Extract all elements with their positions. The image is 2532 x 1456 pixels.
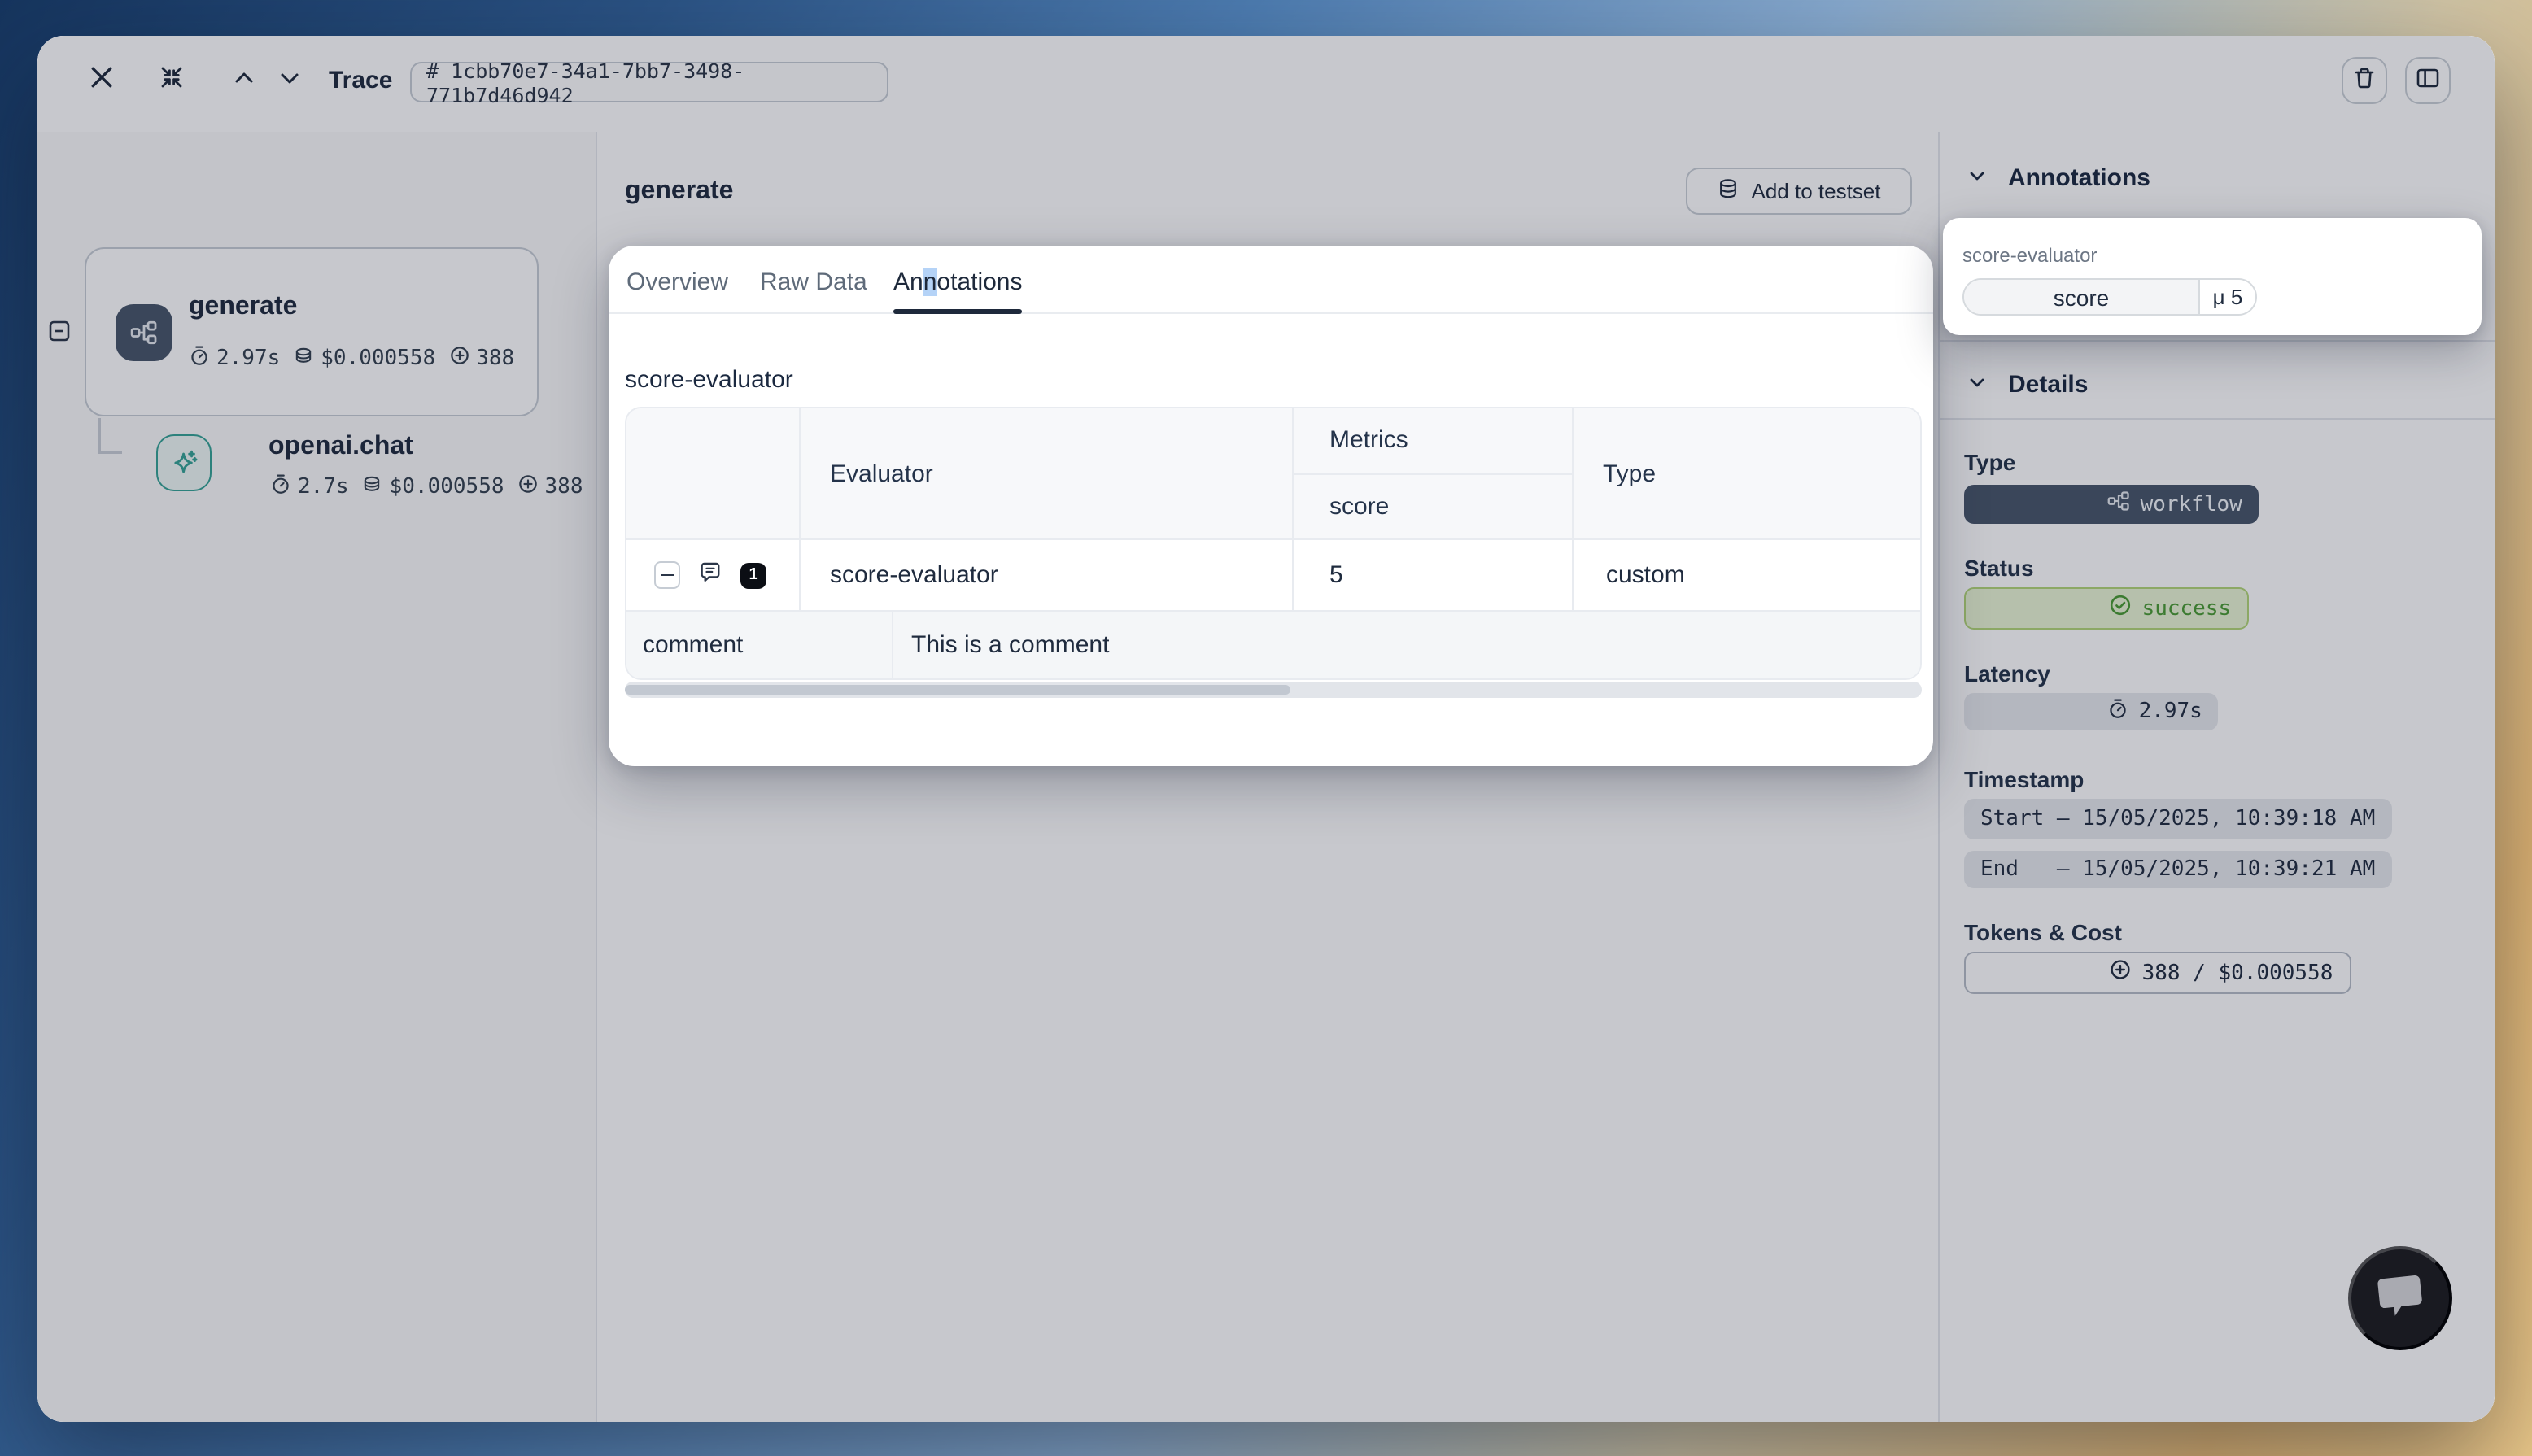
score-evaluator-annotation-card: score-evaluator score μ 5 (1943, 218, 2482, 335)
header-cell-type: Type (1572, 408, 1920, 538)
annotations-tab-card: Overview Raw Data Annotations score-eval… (609, 246, 1933, 766)
comment-count-badge: 1 (740, 562, 766, 588)
tab-raw-data[interactable]: Raw Data (760, 268, 867, 296)
header-cell-actions (626, 408, 799, 538)
annotations-table: Evaluator Metrics score Type (625, 407, 1922, 680)
horizontal-scrollbar-thumb[interactable] (625, 685, 1290, 695)
comment-bubble-icon[interactable] (698, 560, 722, 591)
comment-key-cell: comment (626, 612, 892, 678)
score-metric-control: score μ 5 (1962, 278, 2257, 316)
annotation-evaluator-name: score-evaluator (1962, 244, 2097, 267)
comment-value-cell: This is a comment (892, 612, 1920, 678)
metric-name: score (1294, 474, 1572, 538)
score-metric-input[interactable]: score (1964, 280, 2200, 314)
header-cell-evaluator: Evaluator (799, 408, 1292, 538)
collapse-row-button[interactable] (654, 561, 680, 589)
cell-evaluator: score-evaluator (799, 540, 1292, 610)
horizontal-scrollbar-track[interactable] (625, 682, 1922, 698)
cell-type: custom (1572, 540, 1920, 610)
table-row[interactable]: 1 score-evaluator 5 custom (626, 540, 1920, 612)
tabs-divider (609, 312, 1933, 314)
cell-score: 5 (1292, 540, 1572, 610)
app-background: Trace # 1cbb70e7-34a1-7bb7-3498-771b7d46… (0, 0, 2532, 1456)
text-selection-highlight: n (923, 268, 937, 296)
evaluator-section-heading: score-evaluator (625, 366, 793, 394)
score-mean-badge: μ 5 (2200, 280, 2255, 314)
comment-expanded-row: comment This is a comment (626, 612, 1920, 678)
row-actions-cell: 1 (626, 540, 799, 610)
tab-overview[interactable]: Overview (626, 268, 728, 296)
header-cell-metrics: Metrics score (1292, 408, 1572, 538)
minus-icon (661, 573, 674, 576)
active-tab-underline (893, 309, 1022, 314)
table-header: Evaluator Metrics score Type (626, 408, 1920, 540)
tab-annotations[interactable]: Annotations (893, 268, 1023, 296)
trace-modal: Trace # 1cbb70e7-34a1-7bb7-3498-771b7d46… (37, 36, 2495, 1422)
metrics-label: Metrics (1294, 408, 1572, 474)
